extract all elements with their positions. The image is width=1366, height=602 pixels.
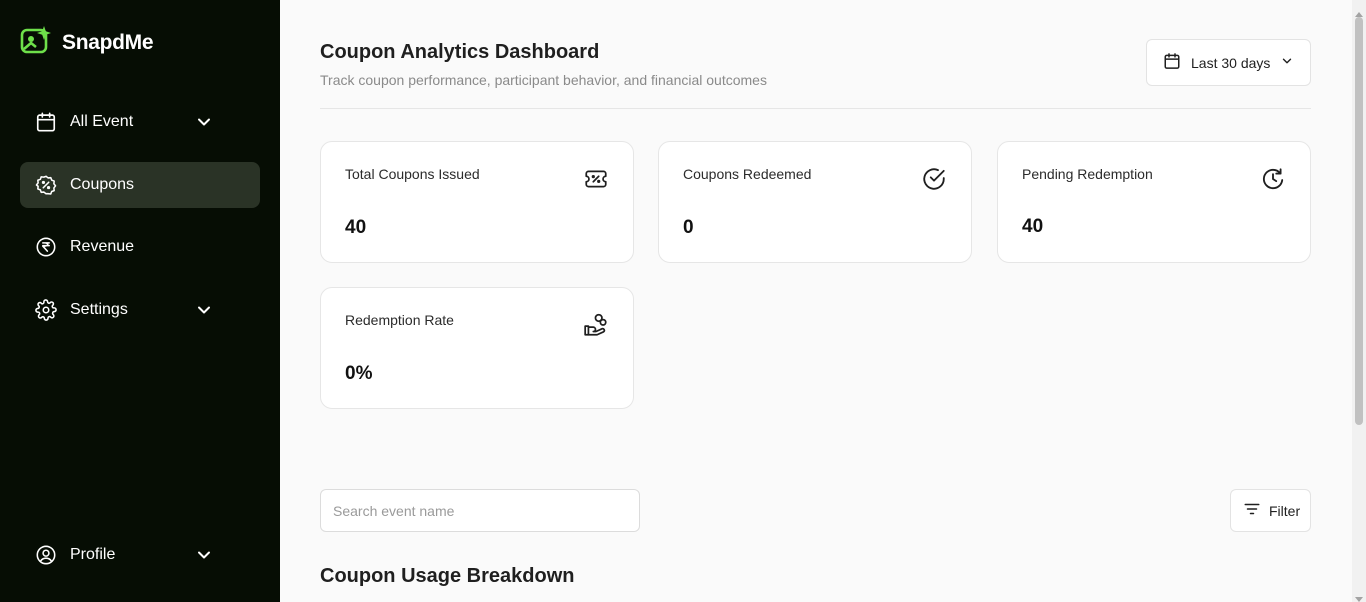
- sidebar-item-coupons[interactable]: Coupons: [20, 162, 260, 208]
- main-content: Coupon Analytics Dashboard Track coupon …: [280, 0, 1352, 602]
- stat-label: Coupons Redeemed: [683, 166, 812, 182]
- sidebar-item-label: Settings: [70, 301, 128, 318]
- filter-button[interactable]: Filter: [1230, 489, 1311, 532]
- stat-value: 40: [1022, 216, 1044, 237]
- stat-value: 40: [345, 217, 367, 238]
- rupee-icon: [34, 235, 58, 259]
- sidebar-item-label: Coupons: [70, 176, 135, 193]
- sidebar-item-label: Profile: [70, 546, 116, 563]
- section-title: Coupon Usage Breakdown: [320, 565, 575, 587]
- snapdme-logo-icon: [20, 24, 54, 61]
- date-range-dropdown[interactable]: Last 30 days: [1146, 39, 1311, 86]
- clock-refresh-icon: [1260, 166, 1286, 192]
- filter-lines-icon: [1243, 500, 1261, 521]
- page-subtitle: Track coupon performance, participant be…: [320, 72, 767, 88]
- page-scrollbar[interactable]: [1352, 0, 1366, 602]
- stat-value: 0%: [345, 363, 373, 384]
- scroll-up-arrow-icon[interactable]: [1355, 4, 1363, 17]
- calendar-icon: [1163, 52, 1181, 73]
- sidebar-item-label: Revenue: [70, 238, 135, 255]
- sidebar-item-label: All Event: [70, 113, 134, 130]
- hand-coins-icon: [583, 312, 609, 338]
- calendar-icon: [34, 110, 58, 134]
- chevron-down-icon[interactable]: [194, 112, 214, 132]
- gear-icon: [34, 298, 58, 322]
- stat-card-pending: Pending Redemption 40: [997, 141, 1311, 263]
- filter-label: Filter: [1269, 502, 1301, 519]
- sidebar-item-revenue[interactable]: Revenue: [20, 224, 260, 270]
- sidebar: SnapdMe All Event Coupons Revenue Settin…: [0, 0, 280, 602]
- search-input[interactable]: [320, 489, 640, 532]
- stat-label: Total Coupons Issued: [345, 166, 480, 182]
- stat-card-redemption-rate: Redemption Rate 0%: [320, 287, 634, 409]
- scrollbar-thumb[interactable]: [1355, 17, 1363, 425]
- check-circle-icon: [921, 166, 947, 192]
- discount-badge-icon: [34, 173, 58, 197]
- brand-logo[interactable]: SnapdMe: [20, 24, 154, 61]
- sidebar-item-profile[interactable]: Profile: [20, 532, 260, 578]
- page-title: Coupon Analytics Dashboard: [320, 41, 600, 63]
- ticket-percent-icon: [583, 166, 609, 192]
- brand-name: SnapdMe: [62, 30, 154, 54]
- stat-card-redeemed: Coupons Redeemed 0: [658, 141, 972, 263]
- sidebar-item-settings[interactable]: Settings: [20, 287, 260, 333]
- chevron-down-icon: [1280, 54, 1294, 71]
- sidebar-item-all-event[interactable]: All Event: [20, 99, 260, 145]
- stat-card-total-issued: Total Coupons Issued 40: [320, 141, 634, 263]
- header-divider: [320, 108, 1311, 109]
- user-circle-icon: [34, 543, 58, 567]
- date-range-label: Last 30 days: [1191, 54, 1271, 71]
- scroll-down-arrow-icon[interactable]: [1355, 590, 1363, 602]
- chevron-down-icon[interactable]: [194, 300, 214, 320]
- chevron-down-icon[interactable]: [194, 545, 214, 565]
- stat-value: 0: [683, 217, 694, 238]
- stat-label: Redemption Rate: [345, 312, 454, 328]
- stat-label: Pending Redemption: [1022, 166, 1153, 182]
